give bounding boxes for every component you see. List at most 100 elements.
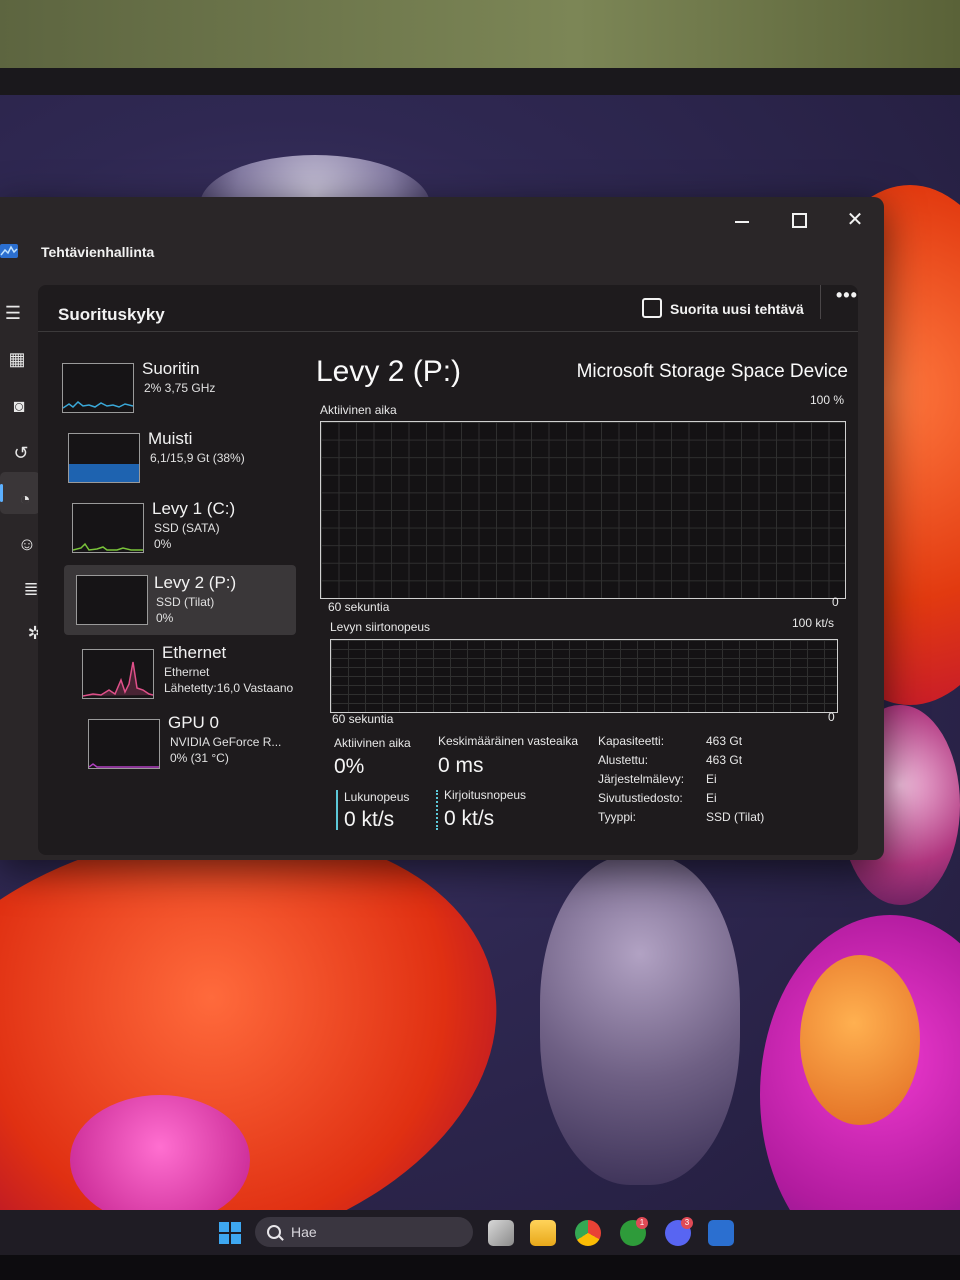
users-icon[interactable]: ☺ bbox=[16, 533, 38, 555]
minimize-button[interactable] bbox=[727, 205, 757, 235]
app-history-icon[interactable]: ↺ bbox=[10, 442, 32, 464]
graph-2-time: 60 sekuntia bbox=[332, 712, 394, 726]
device-usage: 0% bbox=[154, 537, 172, 551]
type-key: Tyyppi: bbox=[598, 810, 637, 824]
device-item-disk-2[interactable]: Levy 2 (P:) SSD (Tilat) 0% bbox=[64, 565, 296, 635]
device-item-gpu[interactable]: GPU 0 NVIDIA GeForce R... 0% (31 °C) bbox=[84, 713, 324, 779]
device-name: Levy 2 (P:) bbox=[154, 573, 237, 592]
file-explorer-icon[interactable] bbox=[530, 1220, 556, 1246]
performance-panel: Suorituskyky Suorita uusi tehtävä ••• Su… bbox=[38, 285, 858, 855]
nav-rail: ☰ ▦ ◙ ↺ ◔ ☺ ≣ ✲ bbox=[0, 282, 43, 860]
wallpaper-shape bbox=[70, 1095, 250, 1220]
cpu-mini-graph-line bbox=[63, 400, 133, 409]
capacity-key: Kapasiteetti: bbox=[598, 734, 665, 748]
xbox-badge: 1 bbox=[636, 1217, 648, 1229]
device-name: Levy 1 (C:) bbox=[152, 499, 236, 518]
device-item-memory[interactable]: Muisti 6,1/15,9 Gt (38%) bbox=[64, 427, 304, 493]
device-detail: 2% 3,75 GHz bbox=[144, 381, 216, 395]
transfer-rate-graph bbox=[330, 639, 838, 713]
ethernet-mini-graph bbox=[82, 649, 154, 699]
run-new-task-button[interactable]: Suorita uusi tehtävä bbox=[642, 296, 804, 322]
device-name: GPU 0 bbox=[168, 713, 220, 732]
disk-1-mini-graph-line bbox=[73, 542, 143, 551]
avg-response-label: Keskimääräinen vasteaika bbox=[438, 734, 579, 748]
memory-usage-fill bbox=[69, 463, 139, 482]
formatted-key: Alustettu: bbox=[598, 753, 649, 767]
graph-2-max: 100 kt/s bbox=[792, 616, 835, 630]
write-speed-marker bbox=[436, 790, 438, 830]
title-bar[interactable]: Tehtävienhallinta ✕ bbox=[0, 197, 884, 279]
page-title: Suorituskyky bbox=[58, 305, 165, 324]
read-speed-value: 0 kt/s bbox=[344, 808, 395, 831]
performance-icon[interactable]: ◙ bbox=[8, 395, 30, 417]
more-options-button[interactable]: ••• bbox=[836, 285, 858, 306]
start-button-icon[interactable] bbox=[217, 1220, 243, 1246]
graph-1-time: 60 sekuntia bbox=[328, 600, 390, 614]
avg-response-value: 0 ms bbox=[438, 754, 484, 777]
task-manager-window: Tehtävienhallinta ✕ ☰ ▦ ◙ ↺ ◔ ☺ ≣ ✲ Suor… bbox=[0, 197, 884, 860]
formatted-value: 463 Gt bbox=[706, 753, 743, 767]
search-icon bbox=[267, 1225, 281, 1239]
device-name: Muisti bbox=[148, 429, 193, 448]
device-type: SSD (SATA) bbox=[154, 521, 220, 535]
device-detail: 6,1/15,9 Gt (38%) bbox=[150, 451, 245, 465]
taskbar-search[interactable]: Hae bbox=[255, 1217, 473, 1247]
monitor-bottom-bezel bbox=[0, 1255, 960, 1280]
graph-1-label: Aktiivinen aika bbox=[320, 403, 397, 417]
device-name: Suoritin bbox=[142, 359, 200, 378]
device-detail: NVIDIA GeForce R... bbox=[170, 735, 282, 749]
processes-icon[interactable]: ▦ bbox=[6, 348, 28, 370]
graph-2-min: 0 bbox=[828, 710, 835, 724]
memory-mini-graph bbox=[68, 433, 140, 483]
system-disk-value: Ei bbox=[706, 772, 717, 786]
device-item-disk-1[interactable]: Levy 1 (C:) SSD (SATA) 0% bbox=[68, 497, 308, 563]
graph-1-max: 100 % bbox=[810, 393, 845, 407]
ethernet-mini-graph-line bbox=[83, 661, 153, 697]
graph-2-label: Levyn siirtonopeus bbox=[330, 620, 431, 634]
device-detail: Ethernet bbox=[164, 665, 210, 679]
close-button[interactable]: ✕ bbox=[840, 205, 870, 235]
discord-badge: 3 bbox=[681, 1217, 693, 1229]
device-name: Ethernet bbox=[162, 643, 227, 662]
page-file-value: Ei bbox=[706, 791, 717, 805]
device-model: Microsoft Storage Space Device bbox=[576, 361, 848, 382]
run-task-icon bbox=[642, 298, 662, 318]
read-speed-label: Lukunopeus bbox=[344, 790, 410, 804]
taskbar bbox=[0, 1210, 960, 1255]
wallpaper-shape bbox=[540, 855, 740, 1185]
active-time-value: 0% bbox=[334, 755, 365, 778]
device-item-cpu[interactable]: Suoritin 2% 3,75 GHz bbox=[58, 357, 298, 423]
task-manager-taskbar-icon[interactable] bbox=[708, 1220, 734, 1246]
toolbar-divider bbox=[820, 285, 821, 319]
run-task-label: Suorita uusi tehtävä bbox=[670, 301, 804, 317]
device-type: SSD (Tilat) bbox=[156, 595, 215, 609]
hamburger-menu-icon[interactable]: ☰ bbox=[2, 302, 24, 324]
graph-1-min: 0 bbox=[832, 595, 839, 609]
startup-apps-icon[interactable]: ◔ bbox=[14, 488, 36, 510]
header-divider bbox=[38, 331, 858, 332]
read-speed-marker bbox=[336, 790, 338, 830]
page-file-key: Sivutustiedosto: bbox=[598, 791, 683, 805]
maximize-button[interactable] bbox=[784, 205, 814, 235]
type-value: SSD (Tilat) bbox=[706, 810, 765, 824]
write-speed-label: Kirjoitusnopeus bbox=[444, 788, 527, 802]
gpu-mini-graph bbox=[88, 719, 160, 769]
disk-1-mini-graph bbox=[72, 503, 144, 553]
capacity-value: 463 Gt bbox=[706, 734, 743, 748]
device-usage: 0% (31 °C) bbox=[170, 751, 229, 765]
cpu-mini-graph bbox=[62, 363, 134, 413]
detail-title: Levy 2 (P:) bbox=[316, 355, 462, 388]
system-disk-key: Järjestelmälevy: bbox=[598, 772, 685, 786]
active-time-label: Aktiivinen aika bbox=[334, 736, 411, 750]
search-label: Hae bbox=[291, 1224, 317, 1240]
write-speed-value: 0 kt/s bbox=[444, 807, 495, 830]
task-view-icon[interactable] bbox=[488, 1220, 514, 1246]
device-item-ethernet[interactable]: Ethernet Ethernet Lähetetty:16,0 Vastaan… bbox=[78, 643, 318, 709]
app-title: Tehtävienhallinta bbox=[41, 244, 155, 260]
wallpaper-shape bbox=[800, 955, 920, 1125]
gpu-mini-graph-line bbox=[89, 763, 159, 768]
chrome-icon[interactable] bbox=[575, 1220, 601, 1246]
disk-2-mini-graph bbox=[76, 575, 148, 625]
device-usage: 0% bbox=[156, 611, 174, 625]
device-throughput: Lähetetty:16,0 Vastaano bbox=[164, 681, 294, 695]
